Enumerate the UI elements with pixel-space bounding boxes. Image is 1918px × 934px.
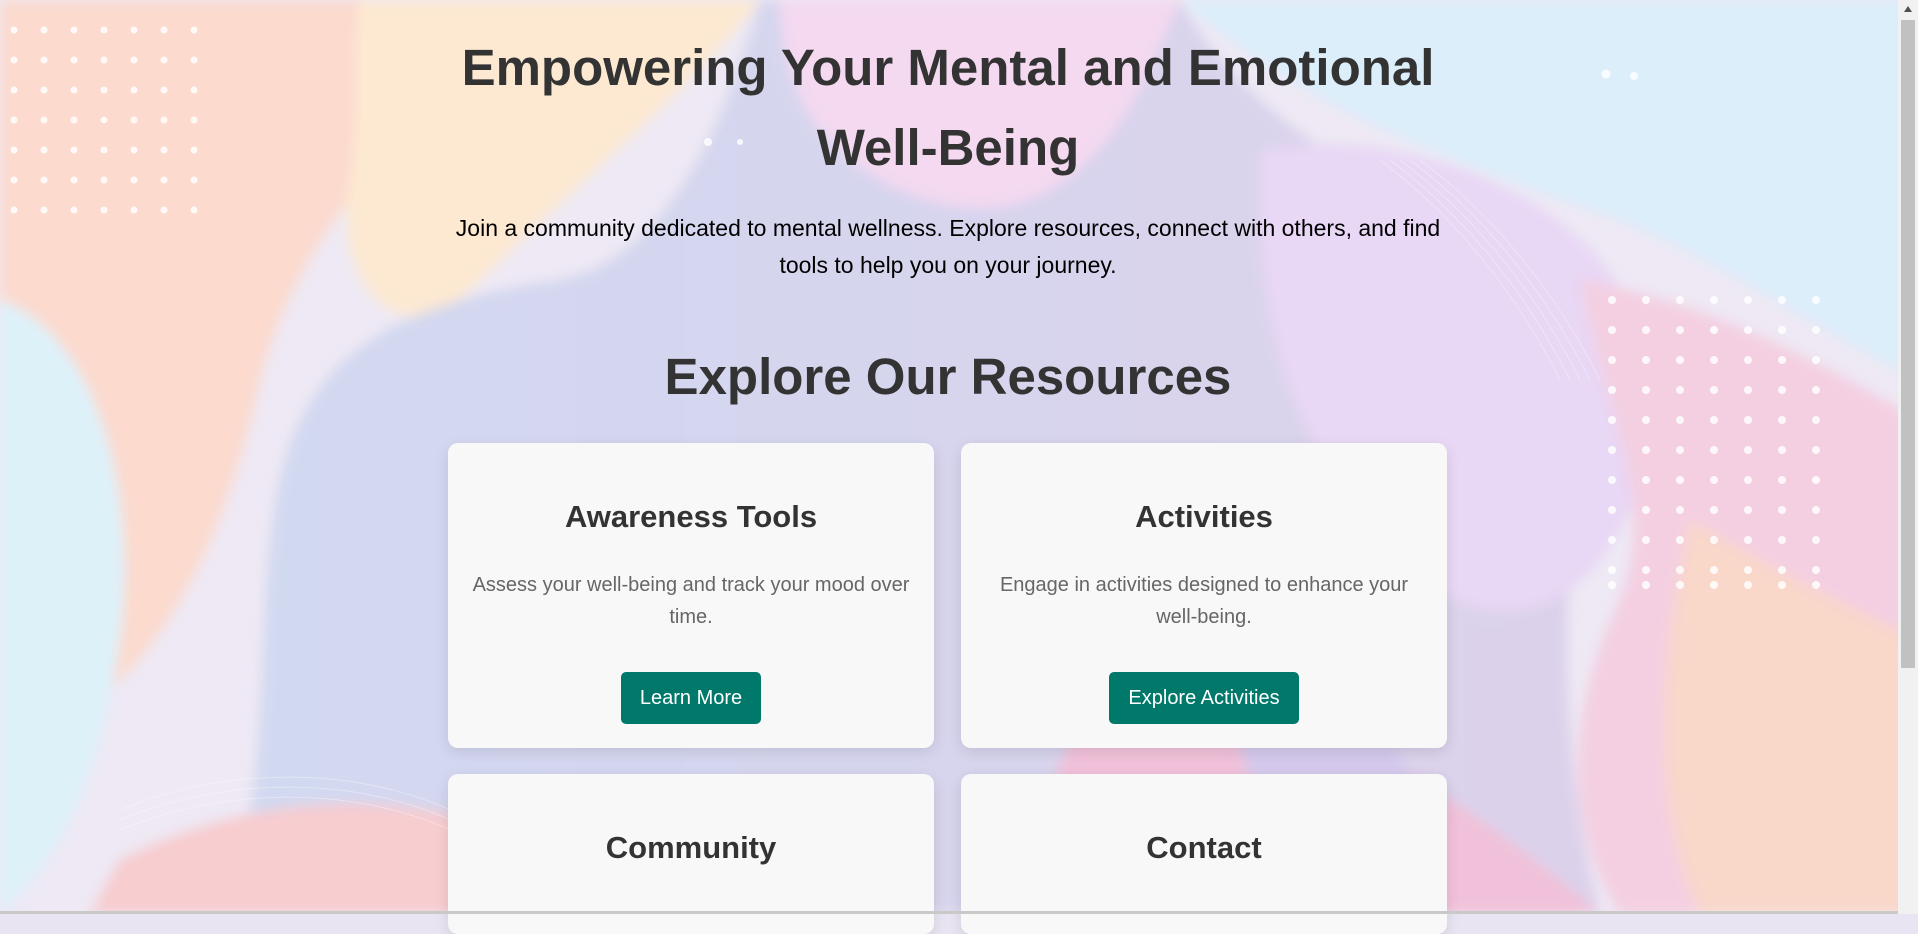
resource-card-contact: Contact: [961, 774, 1447, 934]
resources-heading: Explore Our Resources: [664, 348, 1232, 405]
learn-more-button[interactable]: Learn More: [620, 672, 762, 724]
vertical-scrollbar[interactable]: [1898, 0, 1918, 914]
card-title: Activities: [1135, 499, 1273, 534]
card-title: Contact: [1146, 830, 1262, 865]
hero-title: Empowering Your Mental and Emotional Wel…: [461, 39, 1435, 176]
scroll-up-arrow-icon[interactable]: [1898, 0, 1918, 18]
card-description: Engage in activities designed to enhance…: [999, 574, 1409, 628]
resource-card-community: Community: [448, 774, 934, 934]
hero-subtitle: Join a community dedicated to mental wel…: [455, 215, 1441, 278]
resource-card-activities: Activities Engage in activities designed…: [961, 443, 1447, 748]
scrollbar-thumb[interactable]: [1901, 20, 1915, 668]
explore-activities-button[interactable]: Explore Activities: [1109, 672, 1299, 724]
resource-card-awareness-tools: Awareness Tools Assess your well-being a…: [448, 443, 934, 748]
page: Empowering Your Mental and Emotional Wel…: [0, 0, 1898, 934]
card-description: Assess your well-being and track your mo…: [472, 574, 910, 628]
card-title: Community: [605, 830, 777, 865]
card-title: Awareness Tools: [564, 499, 818, 534]
